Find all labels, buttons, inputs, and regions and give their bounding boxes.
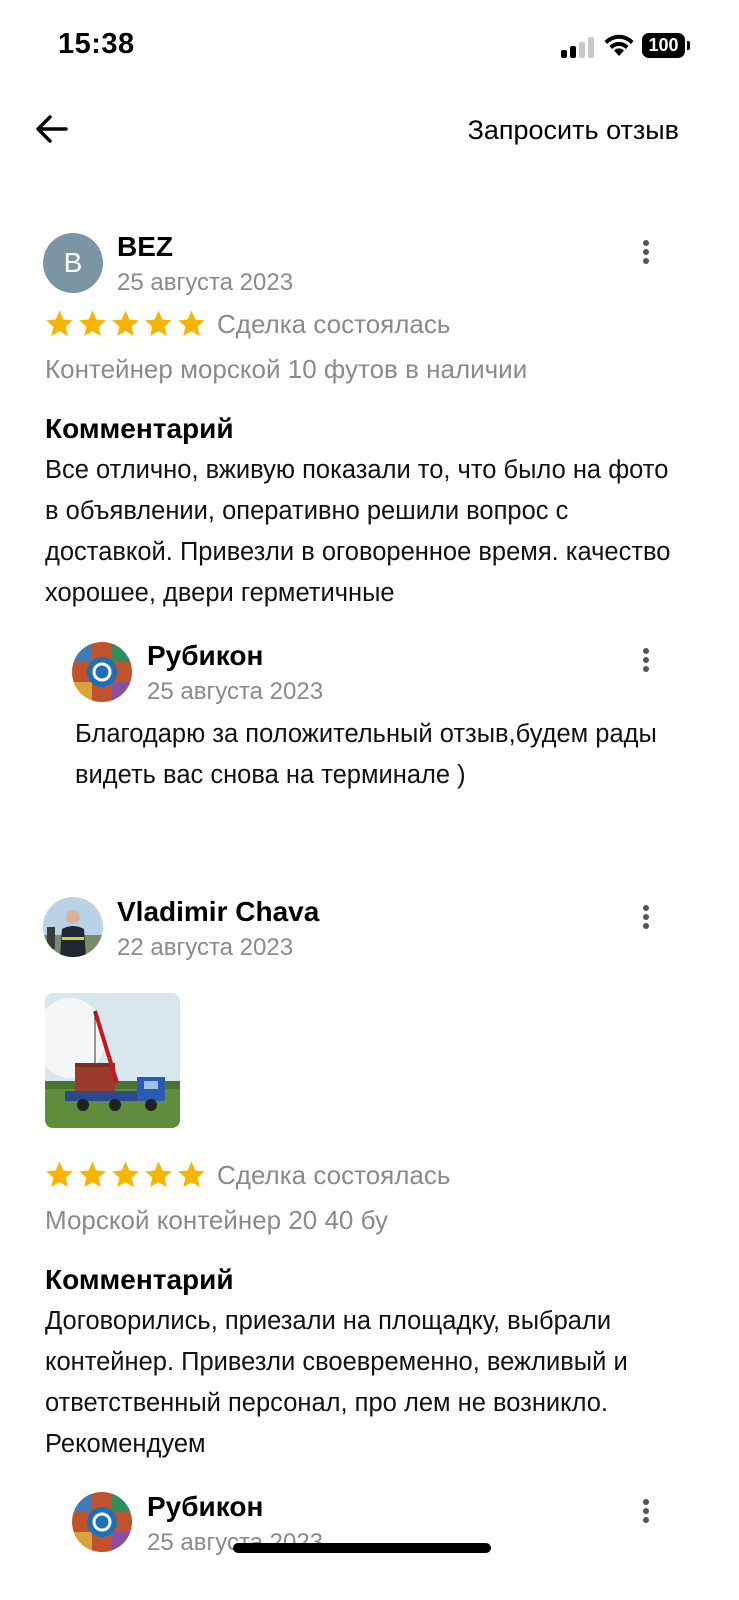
cellular-signal-icon	[561, 36, 595, 58]
more-options-icon[interactable]	[632, 640, 660, 680]
battery-icon: 100	[642, 33, 690, 58]
comment-heading: Комментарий	[45, 413, 234, 444]
reply-text: Благодарю за положительный отзыв,будем р…	[75, 720, 657, 789]
top-bar: Запросить отзыв	[0, 95, 739, 165]
star-icon	[79, 1161, 106, 1187]
battery-level: 100	[642, 33, 685, 58]
reviewer-name: BEZ	[117, 231, 173, 262]
wifi-icon	[604, 34, 634, 56]
user-photo-icon	[43, 897, 103, 957]
review-date: 25 августа 2023	[117, 269, 294, 296]
rating-stars	[43, 1159, 208, 1193]
listing-title[interactable]: Морской контейнер 20 40 бу	[45, 1205, 388, 1236]
deal-status: Сделка состоялась	[217, 309, 451, 339]
comment-heading: Комментарий	[45, 1264, 234, 1295]
seller-avatar	[72, 1492, 132, 1552]
reply-date: 25 августа 2023	[147, 678, 324, 705]
seller-name: Рубикон	[147, 1491, 264, 1522]
crane-truck-photo-icon	[45, 993, 180, 1128]
star-icon	[145, 1161, 172, 1187]
home-indicator[interactable]	[233, 1543, 491, 1553]
star-icon	[178, 310, 205, 336]
comment-text: Все отлично, вживую показали то, что был…	[45, 456, 671, 607]
star-icon	[145, 310, 172, 336]
deal-status: Сделка состоялась	[217, 1160, 451, 1190]
status-time: 15:38	[58, 28, 135, 60]
star-icon	[178, 1161, 205, 1187]
star-icon	[112, 310, 139, 336]
rating-stars	[43, 308, 208, 342]
back-arrow-icon[interactable]	[30, 107, 74, 151]
status-bar: 15:38 100	[0, 0, 739, 90]
comment-text: Договорились, приезали на площадку, выбр…	[45, 1307, 628, 1458]
review-date: 22 августа 2023	[117, 934, 294, 961]
avatar	[43, 897, 103, 957]
star-icon	[46, 310, 73, 336]
listing-title[interactable]: Контейнер морской 10 футов в наличии	[45, 354, 527, 385]
reviewer-name: Vladimir Chava	[117, 896, 320, 927]
request-review-button[interactable]: Запросить отзыв	[468, 115, 679, 146]
review-photo[interactable]	[45, 993, 180, 1128]
more-options-icon[interactable]	[632, 1491, 660, 1531]
seller-name: Рубикон	[147, 640, 264, 671]
more-options-icon[interactable]	[632, 232, 660, 272]
seller-logo-icon	[72, 1492, 132, 1552]
more-options-icon[interactable]	[632, 897, 660, 937]
seller-avatar	[72, 642, 132, 702]
star-icon	[79, 310, 106, 336]
avatar: B	[43, 233, 103, 293]
star-icon	[112, 1161, 139, 1187]
star-icon	[46, 1161, 73, 1187]
seller-logo-icon	[72, 642, 132, 702]
